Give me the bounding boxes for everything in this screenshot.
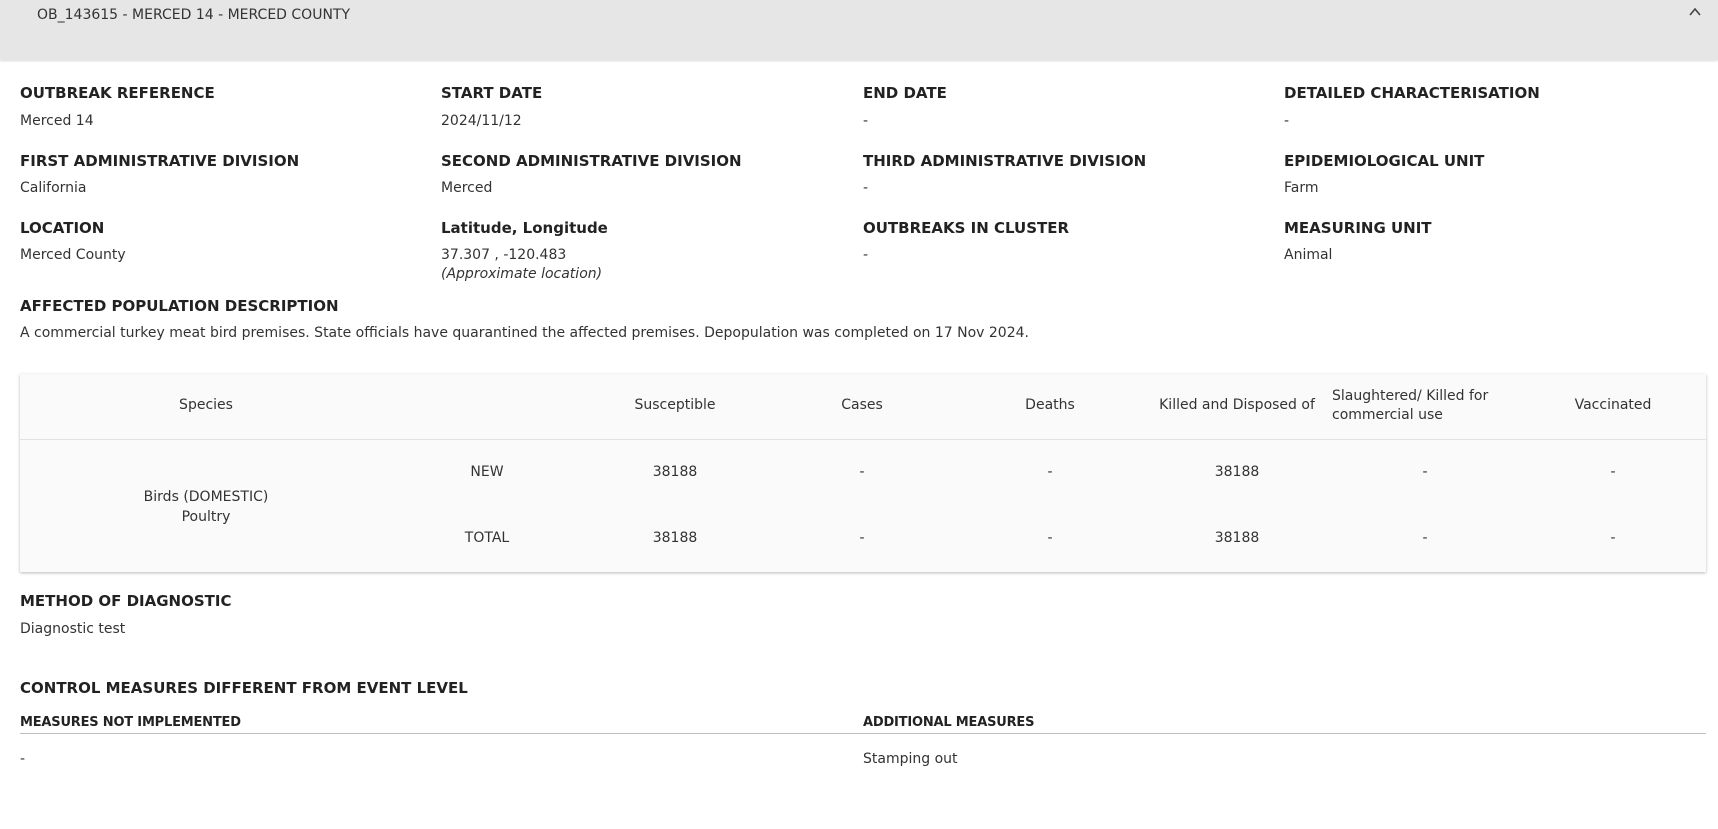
outbreaks-in-cluster-value: - — [863, 247, 869, 263]
cell-slaughtered: - — [1422, 464, 1428, 480]
cell-deaths: - — [1047, 530, 1053, 546]
lat-long-value: 37.307 , -120.483 — [441, 247, 567, 263]
species-line-2: Poultry — [181, 509, 231, 525]
measuring-unit-value: Animal — [1284, 247, 1333, 263]
cell-vaccinated: - — [1610, 464, 1616, 480]
additional-measures-value: Stamping out — [863, 751, 958, 767]
diagnostic-value: Diagnostic test — [20, 621, 126, 637]
third-admin-value: - — [863, 180, 869, 196]
divider — [863, 733, 1706, 734]
outbreaks-in-cluster-label: OUTBREAKS IN CLUSTER — [863, 219, 1070, 237]
additional-measures-label: ADDITIONAL MEASURES — [863, 715, 1035, 730]
table-header-row: Species Susceptible Cases Deaths Killed … — [20, 374, 1706, 440]
header-killed: Killed and Disposed of — [1159, 397, 1315, 413]
affected-population-label: AFFECTED POPULATION DESCRIPTION — [20, 297, 339, 315]
cell-cases: - — [859, 464, 865, 480]
epi-unit-label: EPIDEMIOLOGICAL UNIT — [1284, 152, 1485, 170]
measures-not-implemented-label: MEASURES NOT IMPLEMENTED — [20, 715, 241, 730]
affected-population-text: A commercial turkey meat bird premises. … — [20, 325, 1029, 341]
first-admin-label: FIRST ADMINISTRATIVE DIVISION — [20, 152, 300, 170]
cell-killed: 38188 — [1214, 464, 1260, 480]
cell-slaughtered: - — [1422, 530, 1428, 546]
detailed-characterisation-label: DETAILED CHARACTERISATION — [1284, 84, 1540, 102]
first-admin-value: California — [20, 180, 87, 196]
approximate-location-note: (Approximate location) — [441, 266, 603, 282]
species-line-1: Birds (DOMESTIC) — [143, 489, 269, 505]
cell-deaths: - — [1047, 464, 1053, 480]
cell-susceptible: 38188 — [652, 464, 698, 480]
epi-unit-value: Farm — [1284, 180, 1319, 196]
header-species: Species — [179, 397, 233, 413]
outbreak-title: OB_143615 - MERCED 14 - MERCED COUNTY — [37, 7, 351, 23]
divider — [20, 733, 863, 734]
second-admin-value: Merced — [441, 180, 493, 196]
header-susceptible: Susceptible — [634, 397, 716, 413]
population-table: Species Susceptible Cases Deaths Killed … — [20, 374, 1706, 572]
outbreak-reference-value: Merced 14 — [20, 113, 94, 129]
start-date-value: 2024/11/12 — [441, 113, 522, 129]
second-admin-label: SECOND ADMINISTRATIVE DIVISION — [441, 152, 742, 170]
location-label: LOCATION — [20, 219, 105, 237]
measuring-unit-label: MEASURING UNIT — [1284, 219, 1432, 237]
cell-killed: 38188 — [1214, 530, 1260, 546]
outbreak-reference-label: OUTBREAK REFERENCE — [20, 84, 215, 102]
detailed-characterisation-value: - — [1284, 113, 1290, 129]
row-type: NEW — [470, 464, 504, 480]
end-date-label: END DATE — [863, 84, 947, 102]
start-date-label: START DATE — [441, 84, 543, 102]
control-measures-label: CONTROL MEASURES DIFFERENT FROM EVENT LE… — [20, 679, 468, 697]
third-admin-label: THIRD ADMINISTRATIVE DIVISION — [863, 152, 1147, 170]
cell-vaccinated: - — [1610, 530, 1616, 546]
outbreak-header[interactable]: OB_143615 - MERCED 14 - MERCED COUNTY — [0, 0, 1718, 60]
end-date-value: - — [863, 113, 869, 129]
header-deaths: Deaths — [1025, 397, 1075, 413]
chevron-up-icon[interactable] — [1688, 5, 1702, 19]
row-type: TOTAL — [464, 530, 510, 546]
header-vaccinated: Vaccinated — [1574, 397, 1652, 413]
species-cell: Birds (DOMESTIC) Poultry — [144, 487, 269, 527]
cell-cases: - — [859, 530, 865, 546]
diagnostic-label: METHOD OF DIAGNOSTIC — [20, 592, 232, 610]
header-cases: Cases — [841, 397, 883, 413]
location-value: Merced County — [20, 247, 126, 263]
header-slaughtered: Slaughtered/ Killed for commercial use — [1332, 388, 1489, 423]
measures-not-implemented-value: - — [20, 751, 26, 767]
cell-susceptible: 38188 — [652, 530, 698, 546]
lat-long-label: Latitude, Longitude — [441, 219, 608, 237]
